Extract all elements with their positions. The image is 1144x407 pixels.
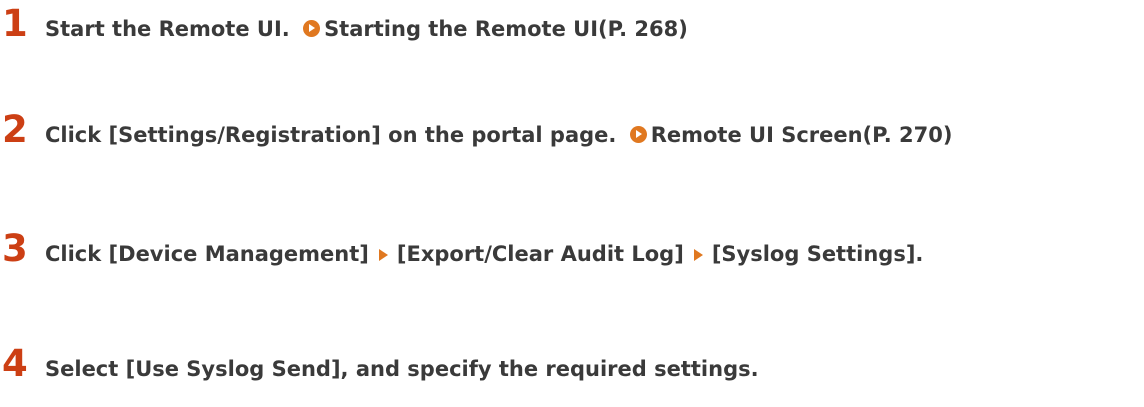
step-2: 2 Click [Settings/Registration] on the p… [0,111,952,148]
step-number: 4 [2,342,28,385]
step-1: 1 Start the Remote UI. Starting the Remo… [0,5,688,42]
starting-remote-ui-link[interactable]: Starting the Remote UI(P. 268) [303,19,688,40]
step-number: 1 [2,2,28,45]
step-4: 4 Select [Use Syslog Send], and specify … [0,345,759,382]
step-instruction: Start the Remote UI. [45,17,290,41]
step-text: Click [Device Management] [Export/Clear A… [45,244,923,265]
menu-path-export-clear-audit-log: [Export/Clear Audit Log] [396,242,684,266]
triangle-right-icon [693,249,703,261]
link-label: Starting the Remote UI(P. 268) [324,17,688,41]
remote-ui-screen-link[interactable]: Remote UI Screen(P. 270) [629,123,953,147]
circle-play-icon [303,20,321,37]
step-3: 3 Click [Device Management] [Export/Clear… [0,230,923,267]
triangle-right-icon [378,249,388,261]
step-text: Start the Remote UI. Starting the Remote… [45,19,688,40]
step-instruction: Select [Use Syslog Send], and specify th… [45,357,759,381]
circle-play-icon [629,126,647,143]
menu-path-device-management: Click [Device Management] [45,242,369,266]
menu-path-syslog-settings: [Syslog Settings]. [711,242,924,266]
step-number: 2 [2,108,28,151]
step-text: Click [Settings/Registration] on the por… [45,125,952,146]
step-text: Select [Use Syslog Send], and specify th… [45,359,759,380]
step-number: 3 [2,227,28,270]
step-instruction: Click [Settings/Registration] on the por… [45,123,617,147]
link-label: Remote UI Screen(P. 270) [650,123,953,147]
